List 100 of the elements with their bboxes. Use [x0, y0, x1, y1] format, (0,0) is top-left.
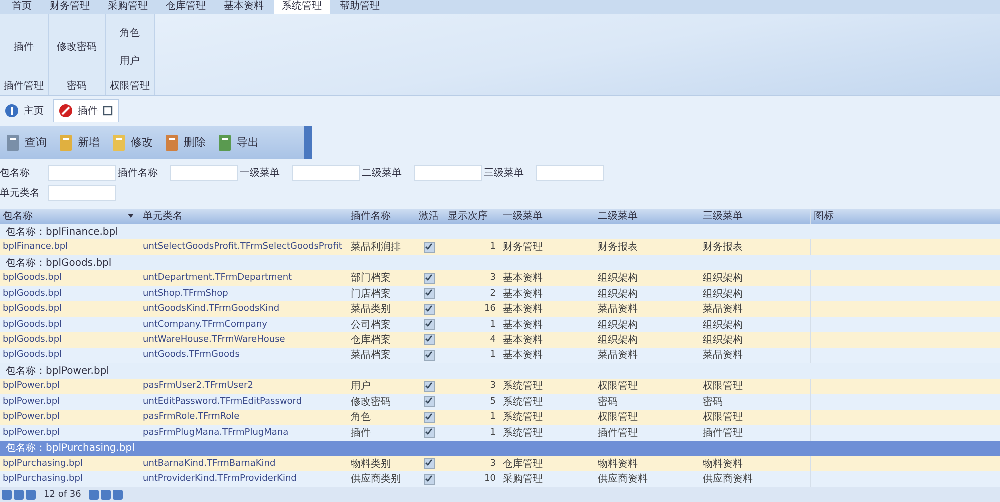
document-tab[interactable]: 插件	[53, 99, 119, 122]
table-cell-text: 1	[489, 350, 497, 360]
table-cell-text: 基本资料	[502, 272, 544, 286]
table-cell-text: 权限管理	[702, 410, 744, 424]
table-cell-text: untDepartment.TFrmDepartment	[142, 273, 294, 284]
table-cell-text: 仓库档案	[350, 334, 392, 347]
table-cell-text: 角色	[350, 411, 372, 424]
group-row[interactable]: 包名称：bplGoods.bpl	[0, 254, 1000, 270]
toolbar-button[interactable]: 查询	[0, 134, 53, 152]
checkbox[interactable]	[424, 412, 434, 423]
field-label: 三级菜单	[484, 166, 525, 180]
menu-tab[interactable]: 仓库管理	[158, 0, 214, 14]
column-header[interactable]: 一级菜单	[500, 209, 595, 224]
column-header[interactable]: 单元类名	[140, 209, 348, 224]
table-cell-text: 菜品类别	[350, 302, 392, 316]
table-cell-text: 基本资料	[502, 288, 544, 301]
table-cell-text: 系统管理	[502, 426, 544, 440]
checkbox[interactable]	[424, 458, 434, 470]
checkbox[interactable]	[424, 350, 434, 361]
table-cell-text: 密码	[702, 396, 724, 409]
table-cell-text: 1	[489, 320, 497, 330]
table-cell-text: 菜品资料	[702, 302, 744, 316]
column-header[interactable]: 插件名称	[348, 209, 410, 224]
column-header[interactable]: 包名称	[0, 209, 140, 224]
table-cell-text: bplFinance.bpl	[2, 242, 70, 252]
group-row[interactable]: 包名称：bplFinance.bpl	[0, 224, 1000, 240]
checkbox[interactable]	[424, 288, 434, 300]
table-cell-text: 菜品档案	[350, 348, 392, 362]
input-field[interactable]	[414, 165, 482, 181]
checkbox[interactable]	[424, 334, 434, 346]
checkbox[interactable]	[424, 474, 434, 485]
column-header[interactable]: 显示次序	[445, 209, 500, 224]
table-cell-text: untEditPassword.TFrmEditPassword	[142, 396, 304, 407]
menu-tab[interactable]: 财务管理	[42, 0, 98, 14]
table-cell-text: untGoods.TFrmGoods	[142, 350, 241, 360]
table-cell-text: 组织架构	[702, 288, 744, 301]
table-cell-text: pasFrmRole.TFrmRole	[142, 412, 241, 422]
info-icon	[5, 104, 19, 118]
ribbon-button[interactable]: 插件	[10, 40, 38, 54]
ribbon-button[interactable]: 修改密码	[53, 40, 101, 54]
input-field[interactable]	[292, 165, 360, 181]
checkbox[interactable]	[424, 304, 434, 315]
checkbox[interactable]	[424, 272, 434, 284]
toolbar-button[interactable]: 删除	[159, 134, 212, 152]
input-field[interactable]	[170, 165, 238, 181]
column-header[interactable]: 三级菜单	[700, 209, 810, 224]
table-cell-text: 物料资料	[597, 458, 639, 471]
table-cell-text: 修改密码	[350, 396, 392, 409]
column-header[interactable]: 激活	[410, 209, 445, 224]
table-cell-text: bplPower.bpl	[2, 381, 62, 392]
document-icon	[218, 134, 234, 152]
table-cell-text: 基本资料	[502, 318, 544, 332]
checkbox[interactable]	[424, 427, 434, 438]
checkbox[interactable]	[424, 396, 434, 408]
table-cell-text: bplGoods.bpl	[2, 304, 64, 314]
group-row[interactable]: 包名称：bplPower.bpl	[0, 363, 1000, 379]
table-cell-text: 权限管理	[597, 380, 639, 394]
checkbox[interactable]	[424, 242, 434, 253]
table-cell-text: 组织架构	[597, 288, 639, 301]
menu-tab[interactable]: 帮助管理	[332, 0, 388, 14]
menu-tab[interactable]: 首页	[4, 0, 40, 14]
group-title: 权限管理	[110, 80, 150, 94]
table-cell-text: 系统管理	[502, 380, 544, 394]
table-cell-text: 财务报表	[702, 240, 744, 254]
table-cell-text: 组织架构	[597, 318, 639, 332]
input-field[interactable]	[48, 165, 116, 181]
sort-icon	[128, 214, 134, 218]
menu-tab[interactable]: 基本资料	[216, 0, 272, 14]
table-cell-text: 物料资料	[702, 458, 744, 471]
toolbar-button[interactable]: 导出	[212, 134, 265, 152]
document-icon	[165, 134, 181, 152]
table-cell-text: 菜品利润排	[350, 240, 402, 254]
toolbar-button[interactable]: 新增	[53, 134, 106, 152]
ribbon-button[interactable]: 角色	[116, 26, 144, 40]
menu-tab[interactable]: 系统管理	[274, 0, 330, 14]
field-label: 一级菜单	[240, 166, 281, 180]
ribbon-button[interactable]: 用户	[116, 54, 144, 68]
table-cell-text: 4	[489, 334, 497, 345]
table-cell-text: 1	[489, 242, 497, 252]
table-cell-text: 菜品资料	[597, 302, 639, 316]
input-field[interactable]	[536, 165, 604, 181]
table-cell-text: 插件管理	[702, 426, 744, 440]
checkbox[interactable]	[424, 380, 434, 392]
table-cell-text: 权限管理	[597, 410, 639, 424]
table-cell-text: 3	[489, 273, 497, 284]
table-cell-text: 1	[489, 428, 497, 438]
toolbar-button[interactable]: 修改	[106, 134, 159, 152]
table-cell-text: 组织架构	[702, 318, 744, 332]
table-cell-text: pasFrmPlugMana.TFrmPlugMana	[142, 428, 290, 438]
table-cell-text: 菜品资料	[702, 348, 744, 362]
table-cell-text: bplGoods.bpl	[2, 273, 64, 284]
table-cell-text: 3	[489, 381, 497, 392]
checkbox[interactable]	[424, 319, 434, 330]
table-cell-text: 组织架构	[702, 272, 744, 286]
column-header[interactable]: 二级菜单	[595, 209, 700, 224]
table-cell-text: 采购管理	[502, 472, 544, 486]
menu-tab[interactable]: 采购管理	[100, 0, 156, 14]
table-cell-text: untSelectGoodsProfit.TFrmSelectGoodsProfit	[142, 242, 344, 252]
document-tab[interactable]: 主页	[0, 100, 49, 122]
input-field[interactable]	[48, 185, 116, 201]
